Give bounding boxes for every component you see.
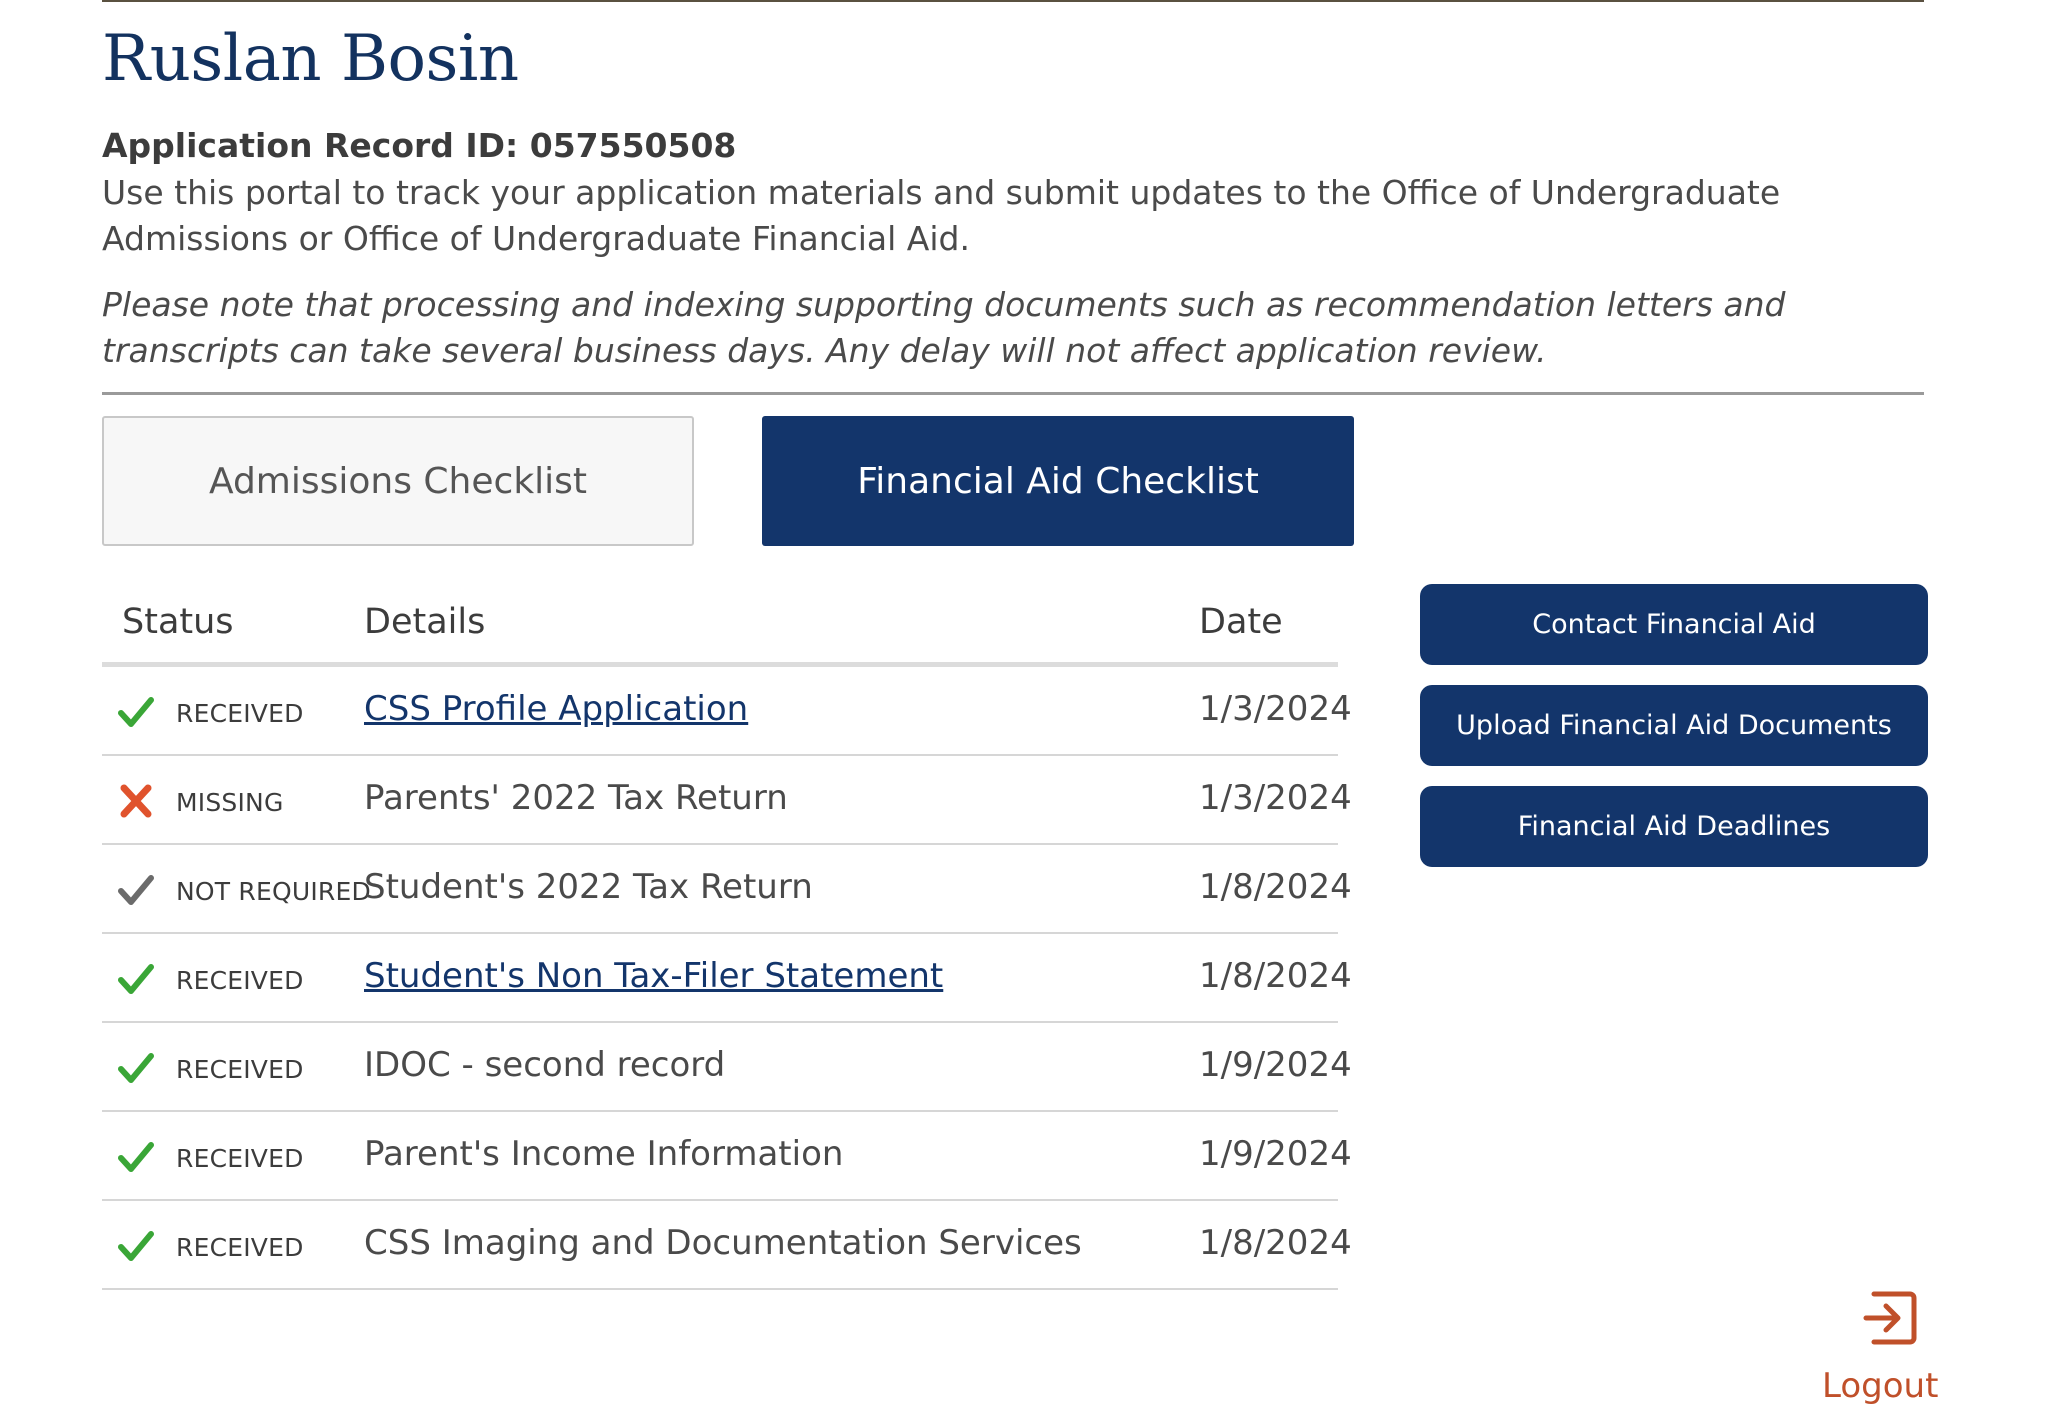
document-name: IDOC - second record (364, 1045, 726, 1085)
table-header: Status Details Date (102, 590, 1338, 667)
check-icon (118, 1229, 154, 1263)
contact-financial-aid-button[interactable]: Contact Financial Aid (1420, 584, 1928, 665)
upload-financial-aid-documents-button[interactable]: Upload Financial Aid Documents (1420, 685, 1928, 766)
date-cell: 1/8/2024 (1199, 1223, 1352, 1263)
check-icon (118, 1140, 154, 1174)
status-label: RECEIVED (176, 1055, 304, 1084)
table-row: RECEIVED IDOC - second record 1/9/2024 (102, 1023, 1352, 1112)
date-cell: 1/3/2024 (1199, 778, 1352, 818)
tab-financial-aid-checklist[interactable]: Financial Aid Checklist (762, 416, 1354, 546)
financial-aid-deadlines-button[interactable]: Financial Aid Deadlines (1420, 786, 1928, 867)
status-label: RECEIVED (176, 1144, 304, 1173)
status-label: RECEIVED (176, 1233, 304, 1262)
column-header-date: Date (1199, 602, 1283, 642)
date-cell: 1/3/2024 (1199, 689, 1352, 729)
date-cell: 1/9/2024 (1199, 1134, 1352, 1174)
table-row: RECEIVED Parent's Income Information 1/9/2… (102, 1112, 1352, 1201)
date-cell: 1/8/2024 (1199, 867, 1352, 907)
check-icon (118, 962, 154, 996)
table-body: RECEIVED CSS Profile Application 1/3/2024 M… (102, 667, 1352, 1290)
table-row: NOT REQUIRED Student's 2022 Tax Return 1/8… (102, 845, 1352, 934)
date-cell: 1/9/2024 (1199, 1045, 1352, 1085)
document-name: CSS Imaging and Documentation Services (364, 1223, 1082, 1263)
section-divider (102, 392, 1924, 395)
logout-link[interactable]: Logout (1822, 1366, 1938, 1406)
processing-note: Please note that processing and indexing… (102, 285, 1786, 370)
application-record-id: Application Record ID: 057550508 (102, 126, 737, 165)
financial-aid-checklist-table: Status Details Date RECEIVED CSS Profile … (102, 590, 1352, 1290)
x-icon (118, 784, 154, 818)
document-name: Parent's Income Information (364, 1134, 844, 1174)
date-cell: 1/8/2024 (1199, 956, 1352, 996)
document-name: Student's 2022 Tax Return (364, 867, 813, 907)
document-name: Parents' 2022 Tax Return (364, 778, 788, 818)
check-icon (118, 695, 154, 729)
top-rule (102, 0, 1924, 2)
column-header-status: Status (122, 602, 234, 642)
status-label: MISSING (176, 788, 284, 817)
gray-check-icon (118, 873, 154, 907)
check-icon (118, 1051, 154, 1085)
table-row: RECEIVED CSS Profile Application 1/3/2024 (102, 667, 1352, 756)
tab-admissions-checklist[interactable]: Admissions Checklist (102, 416, 694, 546)
status-label: NOT REQUIRED (176, 877, 371, 906)
table-row: RECEIVED CSS Imaging and Documentation Se… (102, 1201, 1352, 1290)
table-row: MISSING Parents' 2022 Tax Return 1/3/2024 (102, 756, 1352, 845)
status-label: RECEIVED (176, 966, 304, 995)
portal-intro-text: Use this portal to track your applicatio… (102, 173, 1781, 258)
column-header-details: Details (364, 602, 486, 642)
document-link[interactable]: CSS Profile Application (364, 689, 748, 729)
status-label: RECEIVED (176, 699, 304, 728)
logout-icon[interactable] (1860, 1288, 1920, 1348)
table-row: RECEIVED Student's Non Tax-Filer Statemen… (102, 934, 1352, 1023)
applicant-name: Ruslan Bosin (102, 22, 519, 96)
document-link[interactable]: Student's Non Tax-Filer Statement (364, 956, 943, 996)
